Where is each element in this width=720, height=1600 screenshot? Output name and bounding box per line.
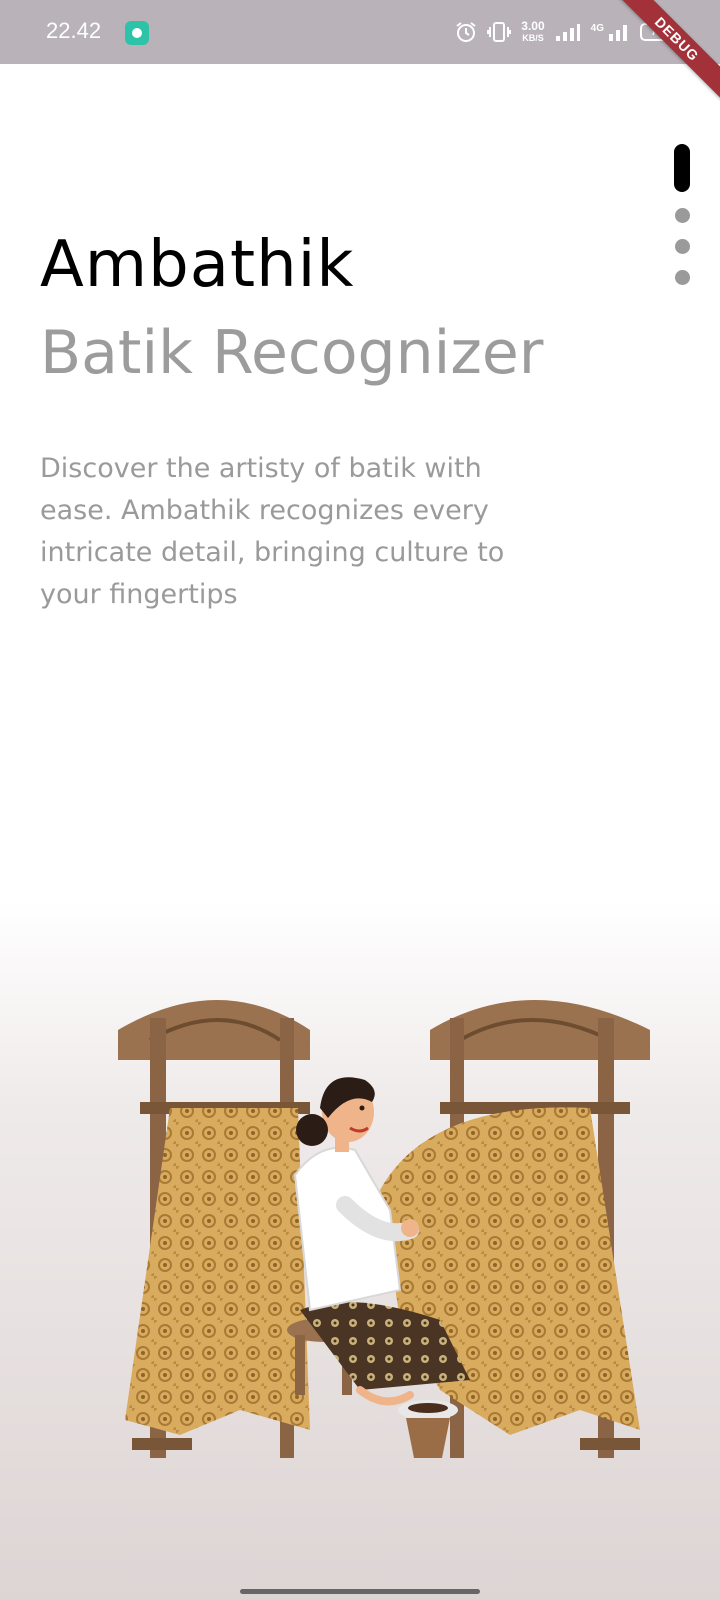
- status-time: 22.42: [46, 18, 102, 43]
- page-indicator-dot-active[interactable]: [674, 144, 690, 192]
- page-indicator: [672, 144, 692, 285]
- app-notification-icon: [125, 21, 149, 45]
- page-title: Ambathik: [40, 228, 355, 302]
- page-subtitle: Batik Recognizer: [40, 318, 544, 388]
- vibrate-icon: [487, 22, 512, 42]
- network-speed: 3.00 KB/S: [521, 20, 544, 44]
- signal-4g-icon: [609, 25, 627, 41]
- wax-pot: [398, 1400, 458, 1458]
- page-description: Discover the artisty of batik with ease.…: [40, 453, 505, 610]
- home-indicator[interactable]: [240, 1589, 480, 1594]
- status-bar: 22.42 3.00 KB/S 4G 72: [0, 0, 720, 64]
- signal-icon: [555, 24, 580, 41]
- network-type: 4G: [590, 22, 604, 34]
- page-indicator-dot[interactable]: [674, 208, 690, 223]
- alarm-icon: [456, 22, 476, 42]
- page-indicator-dot[interactable]: [674, 270, 690, 285]
- batik-artisan-illustration: [118, 1000, 650, 1458]
- network-speed-unit: KB/S: [522, 33, 544, 43]
- page-indicator-dot[interactable]: [674, 239, 690, 254]
- status-icons: 3.00 KB/S 4G 72: [455, 16, 677, 48]
- network-speed-value: 3.00: [521, 19, 545, 33]
